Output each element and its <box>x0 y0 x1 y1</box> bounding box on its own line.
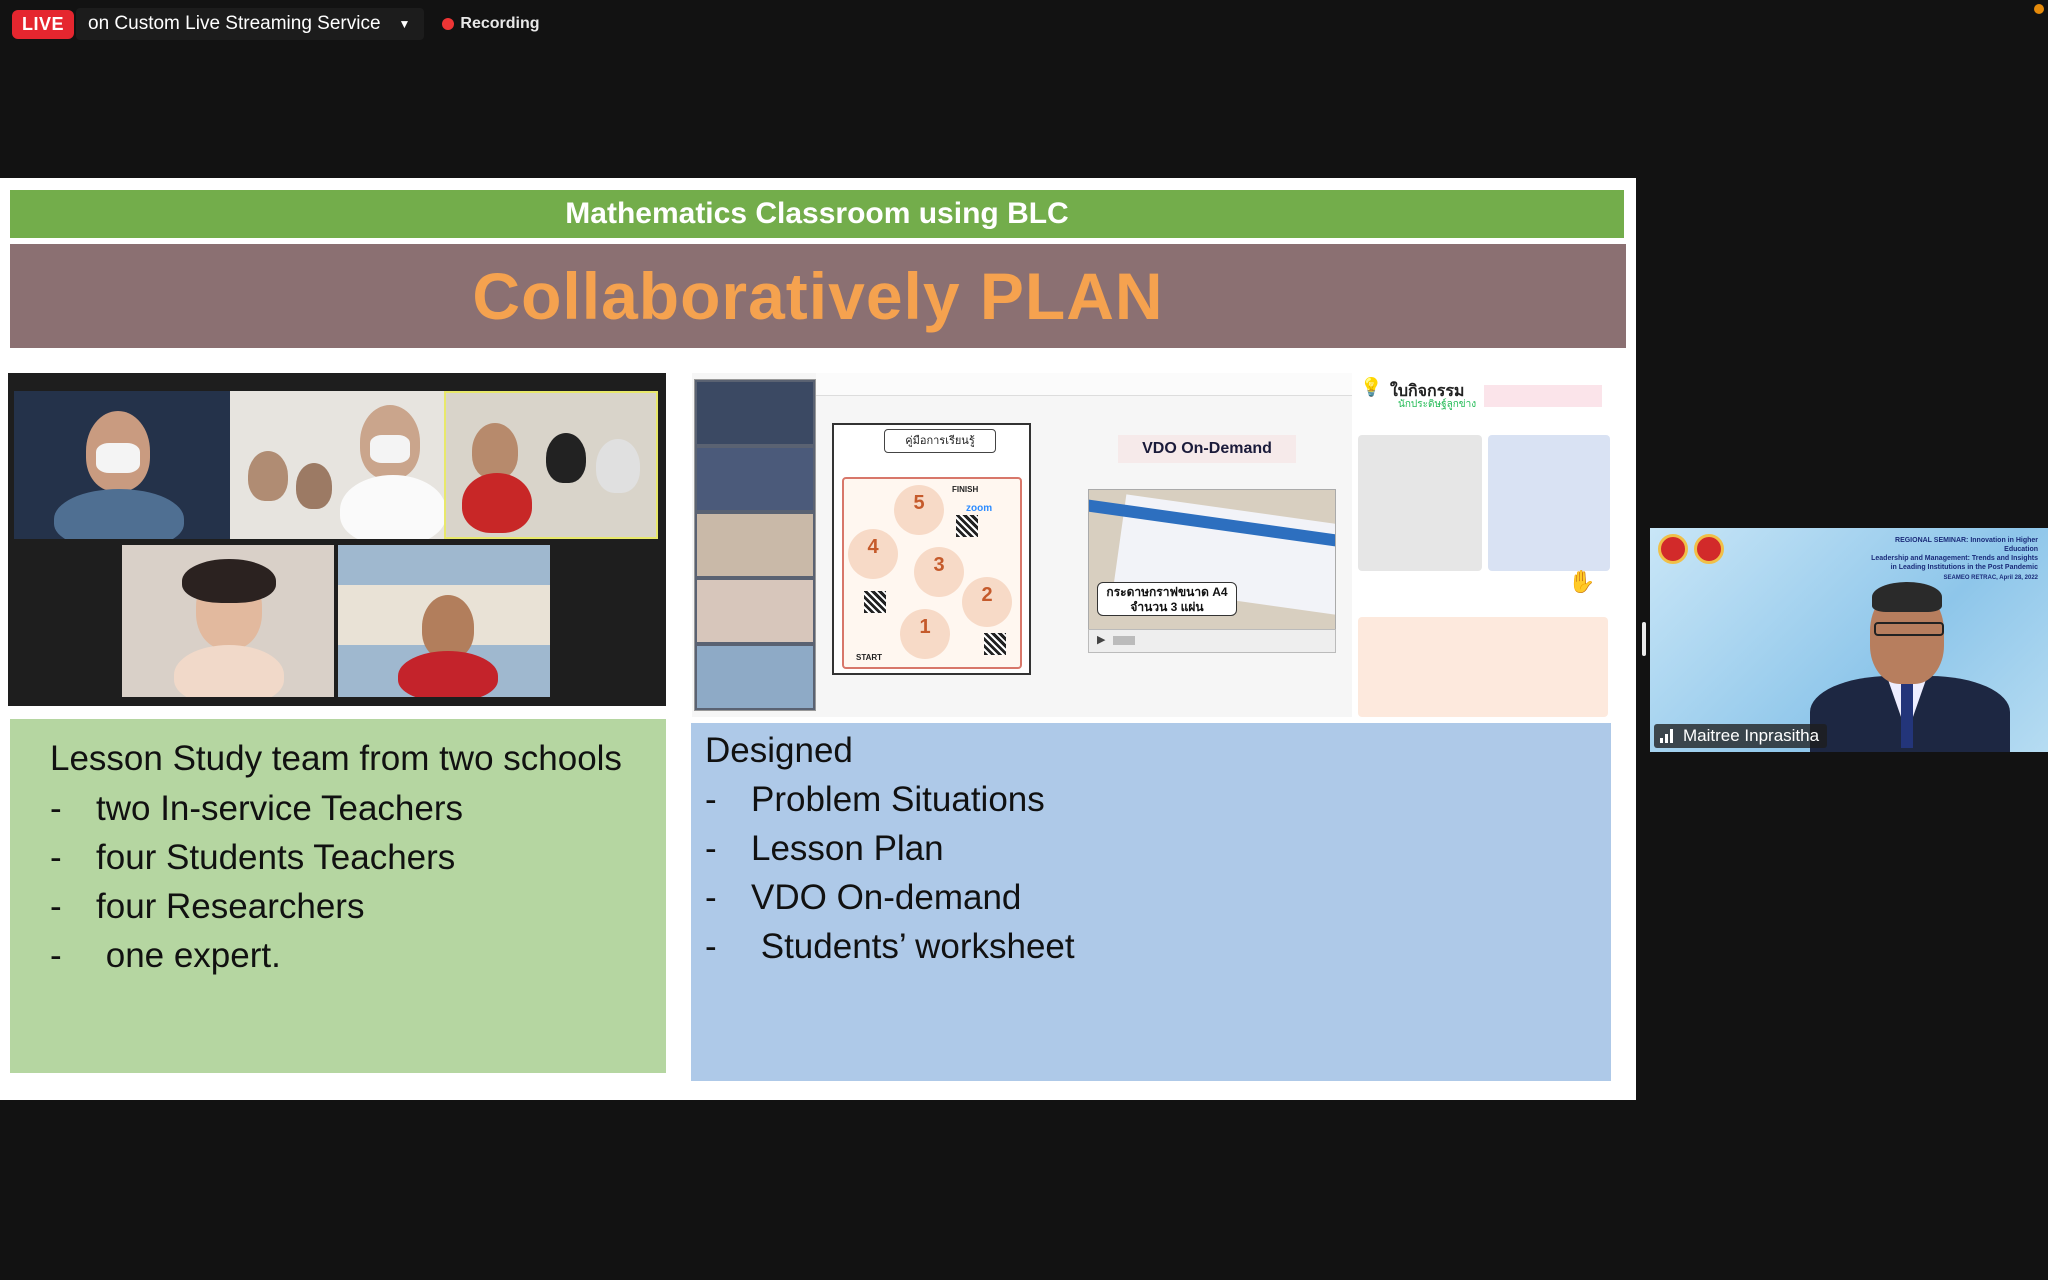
face-mask <box>96 443 140 473</box>
participant-figure <box>340 475 446 539</box>
speaker-video[interactable]: REGIONAL SEMINAR: Innovation in Higher E… <box>1650 528 2048 752</box>
vdo-title: VDO On-Demand <box>1118 435 1296 463</box>
team-heading: Lesson Study team from two schools <box>50 739 622 778</box>
strip-tile <box>697 646 813 708</box>
learning-guide: คู่มือการเรียนรู้ 5 4 3 2 1 FINISH zoom … <box>832 423 1031 675</box>
institution-logo-icon <box>1658 534 1688 564</box>
institution-logo-icon <box>1694 534 1724 564</box>
stream-service-label: on Custom Live Streaming Service <box>88 13 381 34</box>
lesson-materials-collage: คู่มือการเรียนรู้ 5 4 3 2 1 FINISH zoom … <box>692 373 1610 717</box>
status-dot-icon <box>2034 4 2044 14</box>
chevron-down-icon[interactable]: ▼ <box>399 17 411 31</box>
worksheet-box <box>1358 617 1608 717</box>
step-4: 4 <box>848 529 898 579</box>
speaker-name: Maitree Inprasitha <box>1683 726 1820 745</box>
lightbulb-icon: 💡 <box>1360 377 1383 397</box>
team-item: - two In-service Teachers <box>50 789 464 828</box>
strip-tile <box>697 514 813 576</box>
step-2: 2 <box>962 577 1012 627</box>
speaker-figure <box>1874 622 1944 636</box>
finish-label: FINISH <box>952 485 979 494</box>
guide-steps: 5 4 3 2 1 FINISH zoom START <box>842 477 1022 669</box>
recording-label: Recording <box>460 15 540 32</box>
seminar-banner: REGIONAL SEMINAR: Innovation in Higher E… <box>1871 537 2038 581</box>
participant-figure <box>296 463 332 509</box>
guide-title: คู่มือการเรียนรู้ <box>884 429 996 453</box>
vdo-caption-line2: จำนวน 3 แผ่น <box>1130 600 1204 614</box>
face-mask <box>370 435 410 463</box>
participant-figure <box>472 423 518 479</box>
designed-item: - Lesson Plan <box>705 829 944 868</box>
participant-figure <box>462 473 532 533</box>
worksheet-preview: 💡 ใบกิจกรรม นักประดิษฐ์ลูกข่าง ✋ <box>1352 373 1610 717</box>
participant-figure <box>596 439 640 493</box>
participant-figure <box>546 433 586 483</box>
shared-slide: Mathematics Classroom using BLC Collabor… <box>0 178 1636 1100</box>
strip-tile <box>697 580 813 642</box>
team-item: - four Students Teachers <box>50 838 456 877</box>
participant-figure <box>182 559 276 603</box>
recording-indicator[interactable]: Recording <box>442 15 540 33</box>
vdo-controls: ▶ <box>1088 629 1336 653</box>
participant-figure <box>422 595 474 659</box>
strip-tile <box>697 448 813 510</box>
gallery-tile <box>338 545 550 697</box>
vdo-caption: กระดาษกราฟขนาด A4 จำนวน 3 แผ่น <box>1097 582 1237 616</box>
play-icon: ▶ <box>1097 634 1106 646</box>
vdo-player-frame: กระดาษกราฟขนาด A4 จำนวน 3 แผ่น <box>1088 489 1336 631</box>
zoom-label: zoom <box>966 503 993 514</box>
participant-figure <box>248 451 288 501</box>
gallery-tile <box>230 391 446 539</box>
worksheet-box <box>1488 435 1610 571</box>
designed-item: - VDO On-demand <box>705 878 1022 917</box>
step-3: 3 <box>914 547 964 597</box>
gallery-tile-active <box>444 391 658 539</box>
worksheet-subtitle: นักประดิษฐ์ลูกข่าง <box>1398 399 1477 410</box>
vdo-caption-line1: กระดาษกราฟขนาด A4 <box>1106 585 1228 599</box>
slide-title: Collaboratively PLAN <box>10 244 1626 348</box>
slide-header: Mathematics Classroom using BLC <box>10 190 1624 238</box>
team-item: - one expert. <box>50 936 281 975</box>
split-view-handle[interactable] <box>1642 622 1646 656</box>
team-box: Lesson Study team from two schools - two … <box>10 719 666 1073</box>
top-bar: LIVE on Custom Live Streaming Service ▼ … <box>12 8 540 40</box>
record-dot-icon <box>442 18 455 30</box>
live-badge[interactable]: LIVE <box>12 9 75 39</box>
progress-bar <box>1113 636 1135 645</box>
participant-strip <box>694 379 816 711</box>
step-1: 1 <box>900 609 950 659</box>
qr-code-icon <box>984 633 1006 655</box>
speaker-name-tag: Maitree Inprasitha <box>1654 724 1828 748</box>
speaker-figure <box>1901 678 1913 748</box>
hand-cursor-icon: ✋ <box>1568 569 1596 594</box>
strip-tile <box>697 382 813 444</box>
participant-figure <box>174 645 284 697</box>
speaker-figure <box>1872 582 1942 612</box>
stream-service-dropdown[interactable]: on Custom Live Streaming Service ▼ <box>76 8 425 40</box>
designed-heading: Designed <box>705 731 853 770</box>
participant-figure <box>54 489 184 539</box>
qr-code-icon <box>864 591 886 613</box>
name-field-area <box>1484 385 1602 407</box>
worksheet-box <box>1358 435 1482 571</box>
qr-code-icon <box>956 515 978 537</box>
meeting-gallery-image <box>8 373 666 706</box>
gallery-tile <box>14 391 236 539</box>
start-label: START <box>856 653 883 662</box>
participant-figure <box>398 651 498 697</box>
gallery-tile <box>122 545 334 697</box>
signal-bars-icon <box>1660 729 1675 743</box>
step-5: 5 <box>894 485 944 535</box>
designed-box: Designed - Problem Situations - Lesson Pla… <box>691 723 1611 1081</box>
designed-item: - Students’ worksheet <box>705 927 1075 966</box>
team-item: - four Researchers <box>50 887 365 926</box>
designed-item: - Problem Situations <box>705 780 1045 819</box>
